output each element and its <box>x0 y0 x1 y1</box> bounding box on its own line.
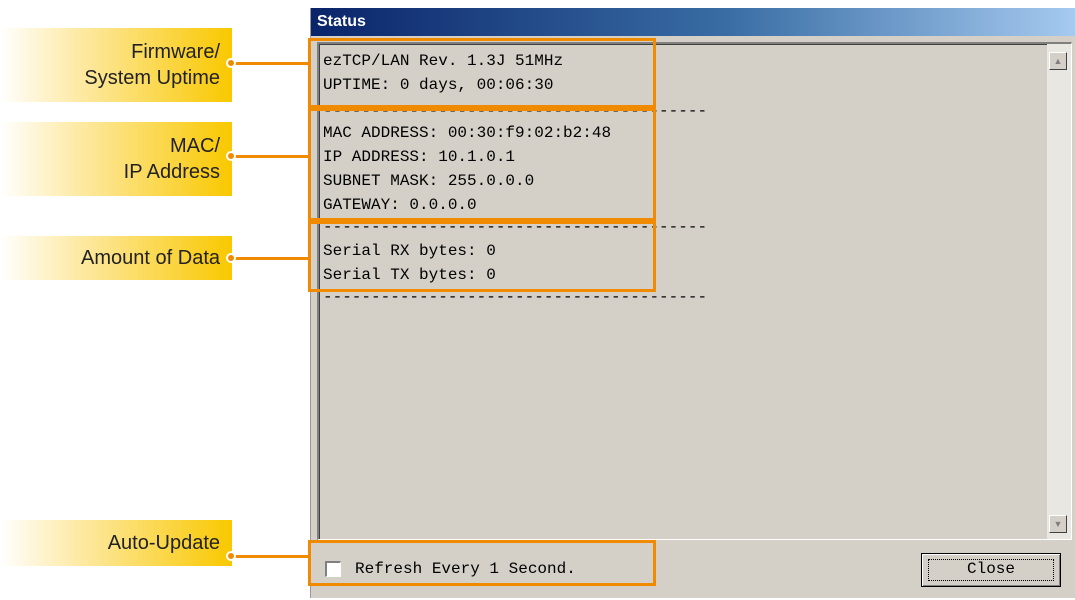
connector-dot <box>226 253 236 263</box>
callout-amount-of-data: Amount of Data <box>0 236 232 280</box>
arrow-down-icon[interactable]: ▼ <box>1049 515 1067 533</box>
arrow-up-icon[interactable]: ▲ <box>1049 52 1067 70</box>
highlight-firmware-uptime <box>308 38 656 108</box>
connector-line <box>234 257 310 260</box>
connector-line <box>234 155 310 158</box>
callout-firmware-uptime: Firmware/ System Uptime <box>0 28 232 102</box>
callout-text: IP Address <box>123 161 220 183</box>
callout-text: System Uptime <box>84 67 220 89</box>
window-title: Status <box>311 8 1075 36</box>
connector-dot <box>226 551 236 561</box>
highlight-mac-ip <box>308 108 656 221</box>
callout-text: Amount of Data <box>81 247 220 269</box>
callout-text: MAC/ <box>170 135 220 157</box>
highlight-amount-of-data <box>308 221 656 292</box>
callout-text: Auto-Update <box>107 532 220 554</box>
callout-mac-ip: MAC/ IP Address <box>0 122 232 196</box>
close-button[interactable]: Close <box>921 553 1061 587</box>
connector-line <box>234 555 310 558</box>
connector-dot <box>226 58 236 68</box>
vertical-scrollbar[interactable]: ▲ ▼ <box>1047 44 1071 539</box>
connector-line <box>234 62 310 65</box>
close-button-label: Close <box>966 560 1015 578</box>
highlight-auto-update <box>308 540 656 586</box>
connector-dot <box>226 151 236 161</box>
callout-text: Firmware/ <box>131 41 220 63</box>
callout-auto-update: Auto-Update <box>0 520 232 566</box>
